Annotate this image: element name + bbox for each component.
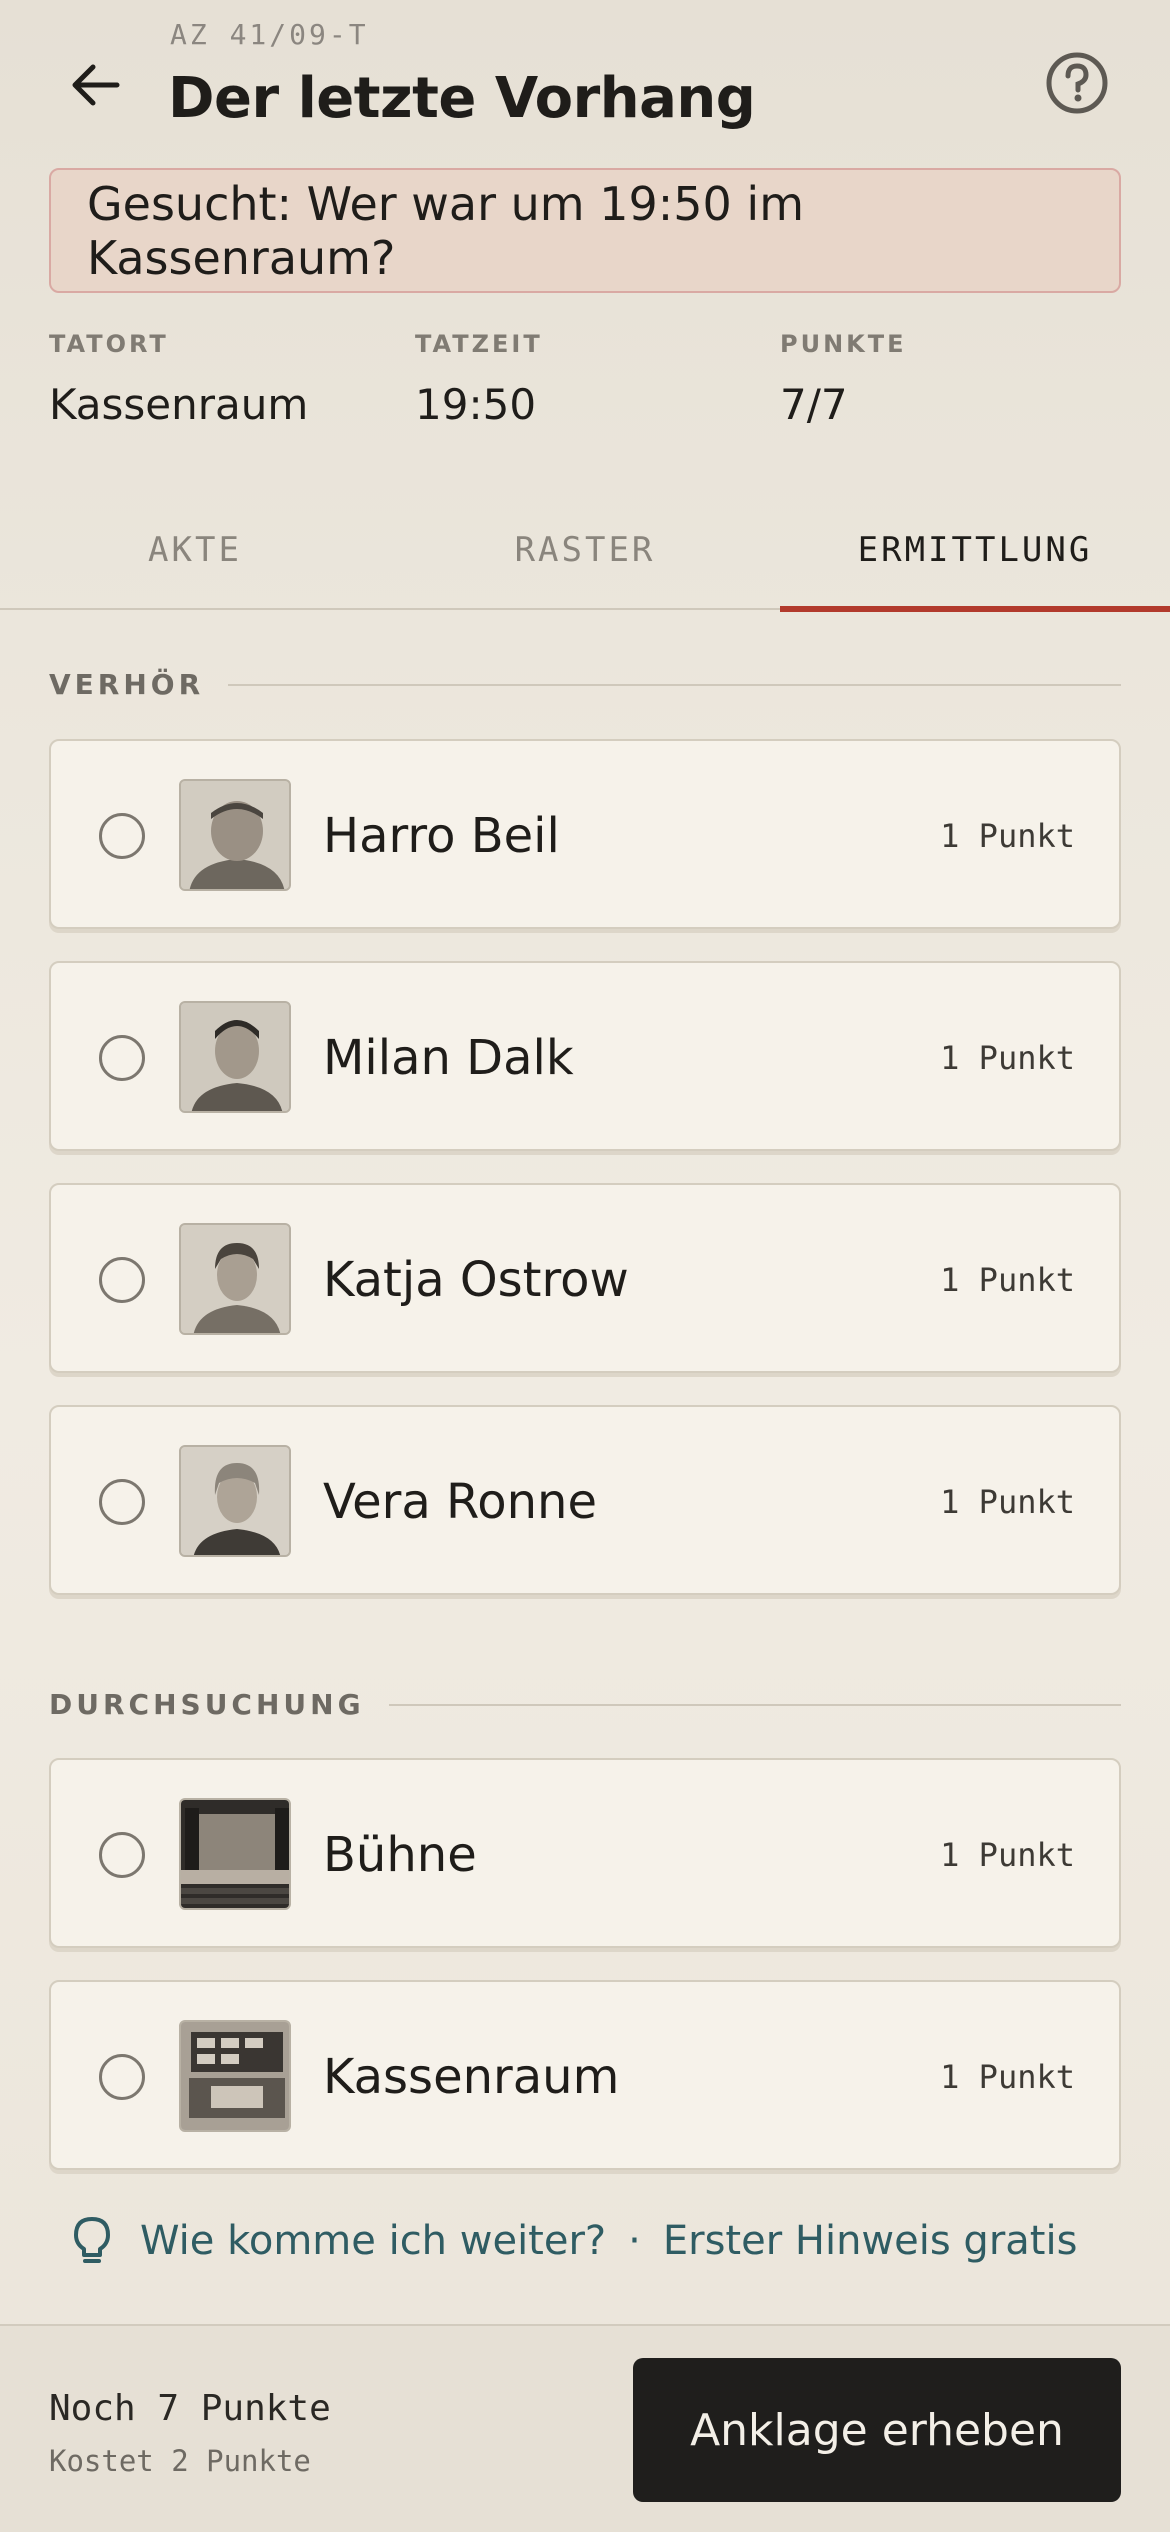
section-title: DURCHSUCHUNG (49, 1688, 365, 1721)
point-cost: 1 Punkt (940, 817, 1075, 855)
location-image (179, 2020, 291, 2132)
suspect-name: Vera Ronne (323, 1474, 597, 1530)
section-divider (388, 1703, 1121, 1706)
location-image (179, 1798, 291, 1910)
radio-button[interactable] (99, 1035, 145, 1081)
suspect-portrait (179, 1223, 291, 1335)
suspect-name: Harro Beil (323, 808, 560, 864)
location-name: Bühne (323, 1827, 477, 1883)
hint-link[interactable]: Wie komme ich weiter? · Erster Hinweis g… (70, 2215, 1077, 2267)
wanted-text: Gesucht: Wer war um 19:50 im Kassenraum? (87, 176, 804, 285)
section-title: VERHÖR (49, 668, 205, 701)
point-cost: 1 Punkt (940, 2058, 1075, 2096)
suspect-card-katja-ostrow[interactable]: Katja Ostrow 1 Punkt (49, 1183, 1121, 1373)
active-tab-indicator (780, 606, 1170, 612)
radio-button[interactable] (99, 2054, 145, 2100)
stat-crime-time: TATZEIT 19:50 (415, 330, 543, 429)
stat-crime-scene: TATORT Kassenraum (49, 330, 308, 429)
suspect-card-harro-beil[interactable]: Harro Beil 1 Punkt (49, 739, 1121, 929)
page-title: Der letzte Vorhang (168, 66, 756, 131)
back-button[interactable] (60, 50, 130, 120)
help-icon (1046, 52, 1108, 114)
location-name: Kassenraum (323, 2049, 620, 2105)
wanted-banner: Gesucht: Wer war um 19:50 im Kassenraum? (49, 168, 1121, 293)
section-divider (228, 683, 1121, 686)
tab-ermittlung[interactable]: ERMITTLUNG (780, 490, 1170, 610)
accuse-button[interactable]: Anklage erheben (633, 2358, 1121, 2502)
stat-value: 7/7 (780, 380, 848, 429)
radio-button[interactable] (99, 813, 145, 859)
case-id: AZ 41/09-T (170, 18, 369, 51)
accuse-cost-note: Kostet 2 Punkte (49, 2444, 311, 2478)
stat-points: PUNKTE 7/7 (780, 330, 907, 429)
stat-label: PUNKTE (780, 330, 907, 358)
lightbulb-icon (74, 2217, 110, 2263)
hint-separator: · (628, 2218, 641, 2264)
tab-akte[interactable]: AKTE (0, 490, 390, 610)
suspect-portrait (179, 1001, 291, 1113)
suspect-portrait (179, 779, 291, 891)
point-cost: 1 Punkt (940, 1836, 1075, 1874)
footer-bar: Noch 7 Punkte Kostet 2 Punkte Anklage er… (0, 2324, 1170, 2532)
tab-raster[interactable]: RASTER (390, 490, 780, 610)
point-cost: 1 Punkt (940, 1039, 1075, 1077)
suspect-portrait (179, 1445, 291, 1557)
hint-question[interactable]: Wie komme ich weiter? (140, 2218, 606, 2264)
radio-button[interactable] (99, 1479, 145, 1525)
radio-button[interactable] (99, 1257, 145, 1303)
hint-offer[interactable]: Erster Hinweis gratis (663, 2218, 1078, 2264)
suspect-card-milan-dalk[interactable]: Milan Dalk 1 Punkt (49, 961, 1121, 1151)
back-arrow-icon (72, 64, 120, 106)
help-button[interactable] (1044, 50, 1110, 116)
suspect-card-vera-ronne[interactable]: Vera Ronne 1 Punkt (49, 1405, 1121, 1595)
location-card-buehne[interactable]: Bühne 1 Punkt (49, 1758, 1121, 1948)
remaining-points: Noch 7 Punkte (49, 2388, 331, 2429)
suspect-name: Milan Dalk (323, 1030, 574, 1086)
radio-button[interactable] (99, 1832, 145, 1878)
section-header-search: DURCHSUCHUNG (49, 1688, 1121, 1721)
stat-value: Kassenraum (49, 380, 309, 429)
stat-value: 19:50 (415, 380, 537, 429)
stat-label: TATZEIT (415, 330, 543, 358)
point-cost: 1 Punkt (940, 1261, 1075, 1299)
location-card-kassenraum[interactable]: Kassenraum 1 Punkt (49, 1980, 1121, 2170)
suspect-name: Katja Ostrow (323, 1252, 629, 1308)
stat-label: TATORT (49, 330, 169, 358)
section-header-interrogation: VERHÖR (49, 668, 1121, 701)
tab-bar: AKTE RASTER ERMITTLUNG (0, 490, 1170, 612)
point-cost: 1 Punkt (940, 1483, 1075, 1521)
